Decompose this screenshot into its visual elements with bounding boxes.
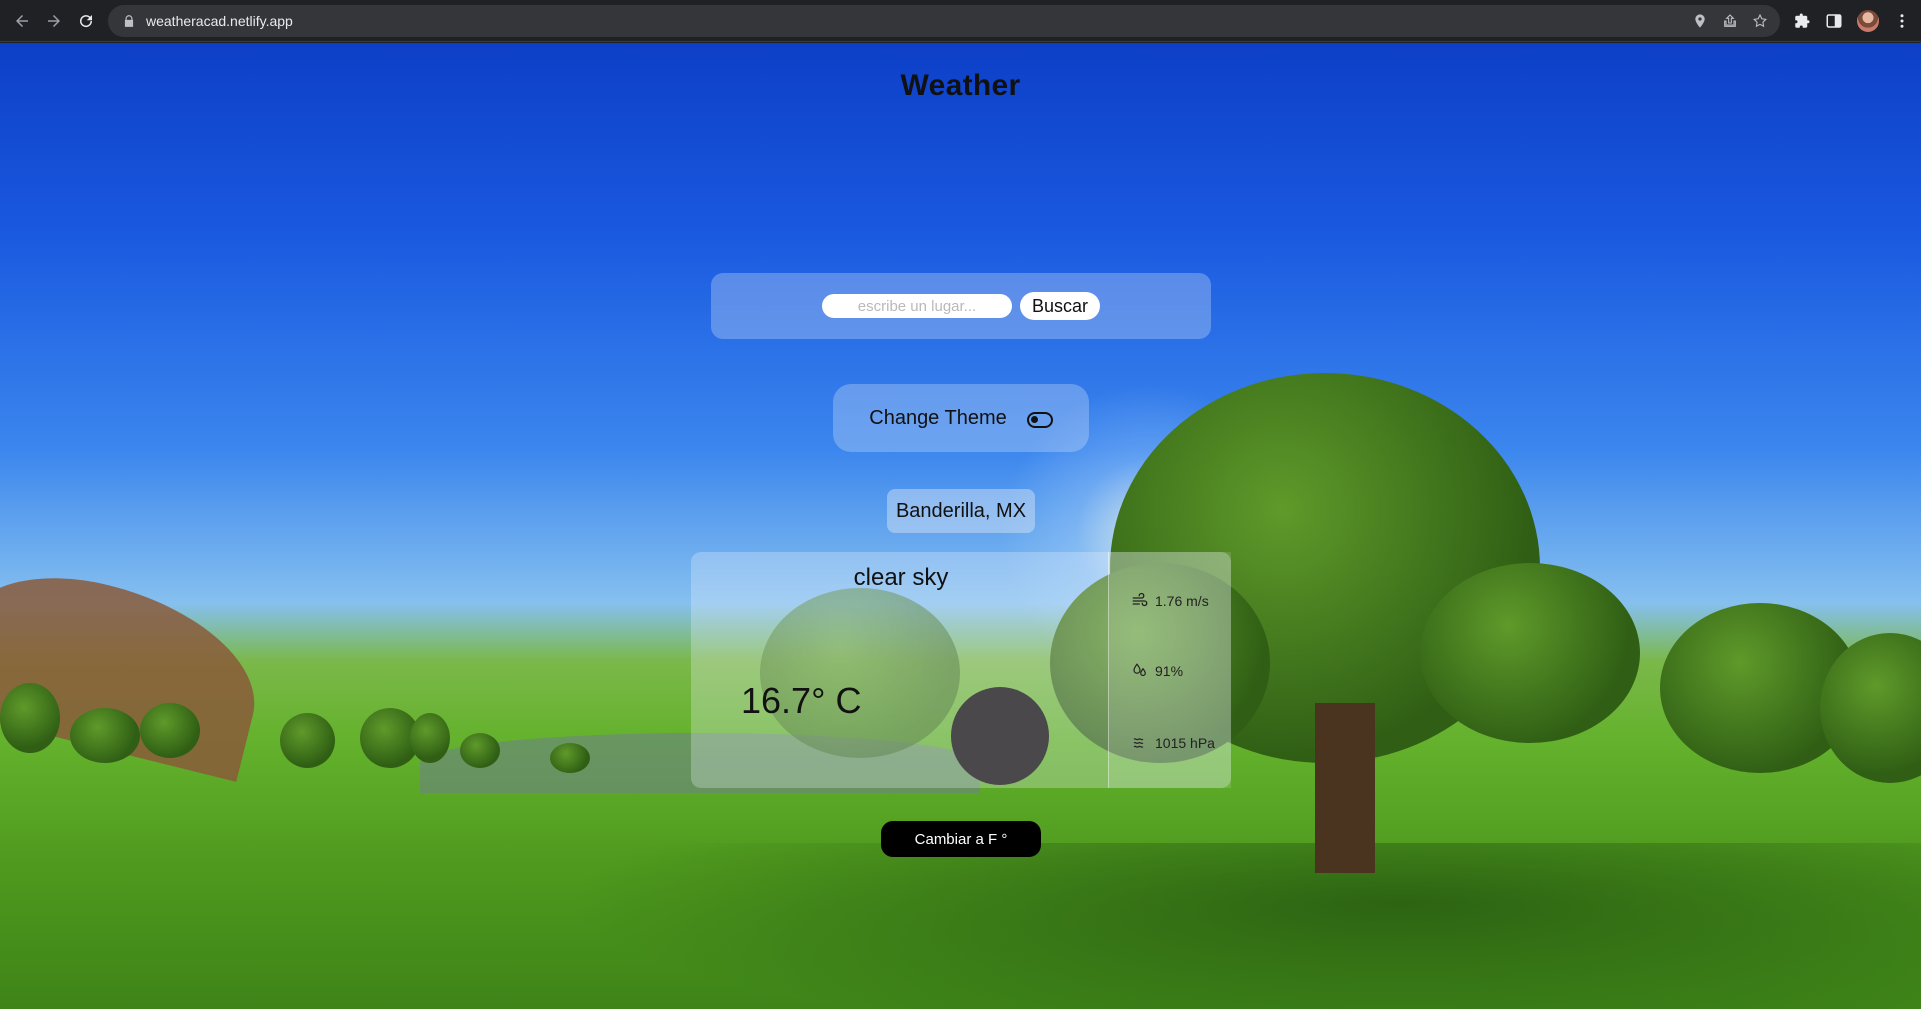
back-button[interactable] (6, 5, 38, 37)
nav-buttons (6, 5, 102, 37)
address-bar[interactable]: weatheracad.netlify.app (108, 5, 1780, 37)
toggle-icon[interactable] (1026, 412, 1053, 428)
address-bar-actions (1692, 5, 1768, 37)
theme-panel: Change Theme (833, 384, 1089, 452)
change-theme-label: Change Theme (869, 406, 1007, 429)
browser-actions (1793, 5, 1911, 37)
bookmark-star-icon[interactable] (1752, 13, 1768, 29)
wind-value: 1.76 m/s (1155, 593, 1209, 609)
extensions-puzzle-icon[interactable] (1793, 12, 1811, 30)
pressure-icon (1133, 738, 1144, 748)
browser-toolbar: weatheracad.netlify.app (0, 0, 1921, 42)
humidity-value: 91% (1155, 663, 1184, 679)
share-icon[interactable] (1722, 13, 1738, 29)
profile-avatar[interactable] (1857, 10, 1879, 32)
location-label: Banderilla, MX (887, 489, 1035, 533)
pressure-value: 1015 hPa (1155, 735, 1215, 751)
more-vertical-icon[interactable] (1893, 12, 1911, 30)
humidity-stat: 91% (1131, 662, 1183, 680)
change-unit-button[interactable]: Cambiar a F ° (881, 821, 1041, 857)
arrow-left-icon (16, 14, 28, 27)
forward-button[interactable] (38, 5, 70, 37)
pressure-stat: 1015 hPa (1131, 734, 1215, 752)
humidity-icon (1133, 663, 1146, 677)
temperature: 16.7° C (741, 680, 862, 721)
page-viewport: Weather Buscar Change Theme Banderilla, … (0, 43, 1921, 1009)
background-tree-shadow (560, 843, 1921, 1009)
weather-card: clear sky 16.7° C 1.76 m/s 91% 1015 hPa (691, 552, 1231, 788)
arrow-right-icon (48, 14, 60, 27)
weather-icon (951, 687, 1049, 785)
lock-icon (124, 15, 134, 27)
wind-stat: 1.76 m/s (1131, 592, 1209, 610)
reload-icon (80, 14, 93, 27)
page-title: Weather (900, 69, 1021, 102)
weather-description: clear sky (853, 564, 949, 591)
url-text: weatheracad.netlify.app (146, 13, 293, 29)
side-panel-icon[interactable] (1825, 12, 1843, 30)
search-input[interactable] (821, 294, 1012, 318)
reload-button[interactable] (70, 5, 102, 37)
wind-icon (1132, 592, 1148, 607)
search-button[interactable]: Buscar (1019, 292, 1101, 320)
search-panel: Buscar (711, 273, 1211, 339)
location-pin-icon[interactable] (1692, 13, 1708, 29)
